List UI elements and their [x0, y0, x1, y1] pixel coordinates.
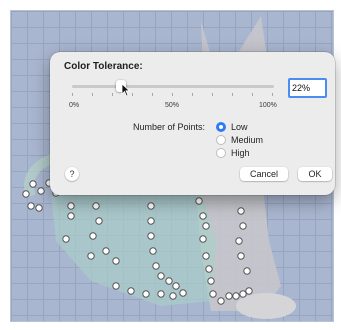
number-of-points-label: Number of Points:	[133, 122, 206, 132]
cancel-button[interactable]: Cancel	[240, 167, 288, 181]
outline-point[interactable]	[205, 265, 213, 273]
slider-tick	[272, 93, 273, 96]
slider-tick	[252, 93, 253, 96]
radio-label: High	[231, 148, 250, 158]
outline-point[interactable]	[245, 287, 253, 295]
outline-point[interactable]	[89, 232, 97, 240]
outline-point[interactable]	[169, 292, 177, 300]
radio-unselected-icon	[216, 148, 226, 158]
slider-min-label: 0%	[69, 102, 80, 109]
outline-point[interactable]	[207, 277, 215, 285]
outline-point[interactable]	[147, 232, 155, 240]
radio-high[interactable]: High	[216, 148, 250, 158]
slider-tick	[232, 93, 233, 96]
tolerance-slider[interactable]	[72, 85, 274, 88]
slider-tick	[192, 93, 193, 96]
outline-point[interactable]	[127, 287, 135, 295]
outline-point[interactable]	[102, 247, 110, 255]
outline-point[interactable]	[202, 252, 210, 260]
mouse-pointer-icon	[121, 83, 131, 97]
outline-point[interactable]	[235, 237, 243, 245]
outline-point[interactable]	[202, 222, 210, 230]
outline-point[interactable]	[67, 212, 75, 220]
outline-point[interactable]	[199, 235, 207, 243]
outline-point[interactable]	[147, 217, 155, 225]
slider-tick	[72, 93, 73, 96]
outline-point[interactable]	[237, 252, 245, 260]
radio-medium[interactable]: Medium	[216, 135, 263, 145]
outline-point[interactable]	[92, 202, 100, 210]
outline-point[interactable]	[112, 282, 120, 290]
outline-point[interactable]	[157, 290, 165, 298]
outline-point[interactable]	[157, 272, 165, 280]
slider-mid-label: 50%	[165, 102, 180, 109]
ok-button[interactable]: OK	[298, 167, 332, 181]
outline-point[interactable]	[87, 252, 95, 260]
outline-point[interactable]	[179, 289, 187, 297]
slider-tick	[92, 93, 93, 96]
radio-low[interactable]: Low	[216, 122, 248, 132]
outline-point[interactable]	[29, 180, 37, 188]
slider-ticks	[72, 93, 274, 97]
radio-unselected-icon	[216, 135, 226, 145]
outline-point[interactable]	[217, 297, 225, 305]
outline-point[interactable]	[62, 235, 70, 243]
radio-selected-icon	[216, 122, 226, 132]
slider-tick	[132, 93, 133, 96]
outline-point[interactable]	[22, 190, 30, 198]
outline-point[interactable]	[243, 267, 251, 275]
outline-point[interactable]	[27, 202, 35, 210]
radio-label: Medium	[231, 135, 264, 145]
outline-point[interactable]	[172, 282, 180, 290]
slider-tick	[212, 93, 213, 96]
slider-tick	[112, 93, 113, 96]
help-button[interactable]: ?	[65, 167, 79, 181]
outline-point[interactable]	[35, 204, 43, 212]
outline-point[interactable]	[149, 247, 157, 255]
radio-label: Low	[231, 122, 248, 132]
outline-point[interactable]	[67, 202, 75, 210]
tolerance-value-field[interactable]: 22%	[288, 78, 327, 98]
slider-tick	[152, 93, 153, 96]
outline-point[interactable]	[199, 212, 207, 220]
outline-point[interactable]	[232, 292, 240, 300]
slider-max-label: 100%	[259, 102, 277, 109]
outline-point[interactable]	[152, 262, 160, 270]
outline-point[interactable]	[165, 277, 173, 285]
outline-point[interactable]	[37, 187, 45, 195]
outline-point[interactable]	[142, 290, 150, 298]
color-tolerance-dialog: Color Tolerance: 0% 50% 100% 22% Number …	[50, 52, 335, 195]
outline-point[interactable]	[225, 292, 233, 300]
outline-point[interactable]	[237, 207, 245, 215]
outline-point[interactable]	[239, 290, 247, 298]
outline-point[interactable]	[112, 257, 120, 265]
outline-point[interactable]	[195, 197, 203, 205]
outline-point[interactable]	[147, 202, 155, 210]
outline-point[interactable]	[239, 222, 247, 230]
slider-tick	[172, 93, 173, 96]
outline-point[interactable]	[95, 217, 103, 225]
dialog-title: Color Tolerance:	[64, 61, 143, 72]
outline-point[interactable]	[209, 290, 217, 298]
